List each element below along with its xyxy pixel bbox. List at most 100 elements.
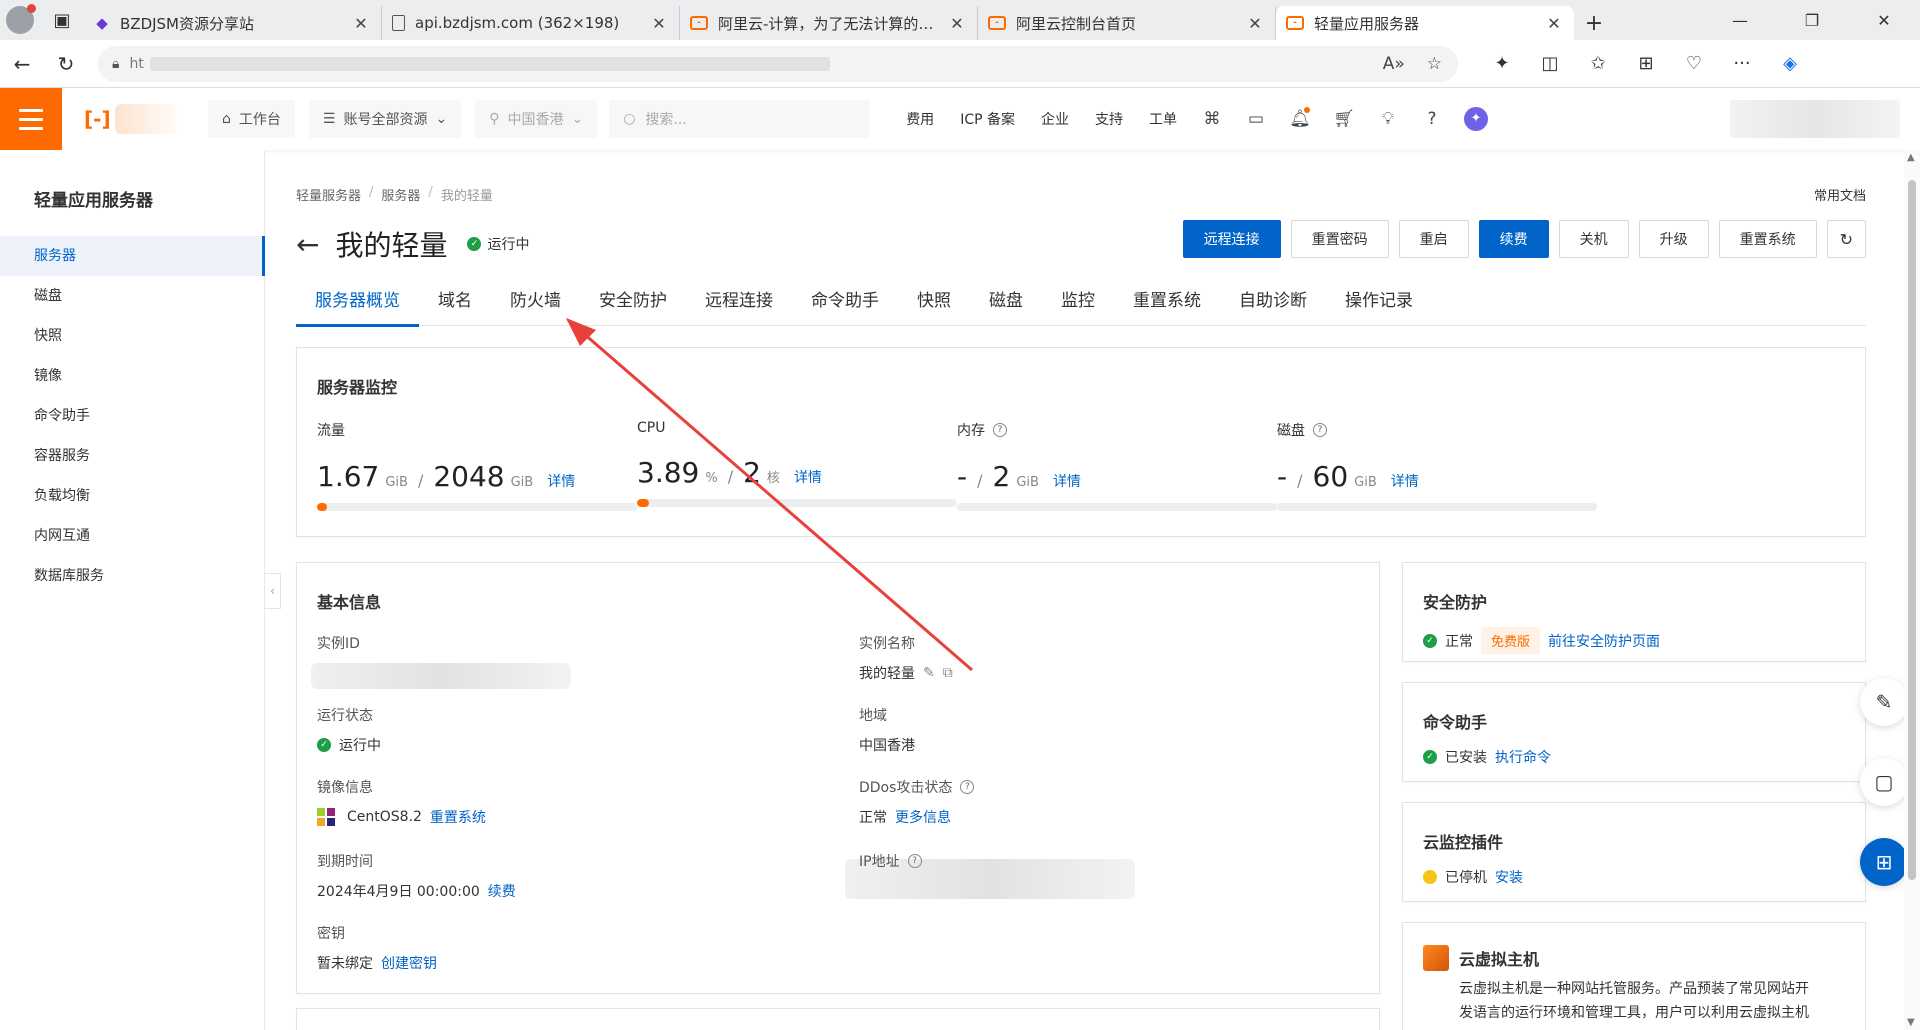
extensions-icon[interactable]: ✦ xyxy=(1482,44,1522,84)
tab-firewall[interactable]: 防火墙 xyxy=(491,280,580,326)
upgrade-button[interactable]: 升级 xyxy=(1638,220,1709,258)
header-link-icp[interactable]: ICP 备案 xyxy=(947,109,1028,129)
header-link-enterprise[interactable]: 企业 xyxy=(1028,109,1082,129)
apps-grid-icon[interactable]: ⊞ xyxy=(1860,838,1908,886)
browser-tab-3[interactable]: - 阿里云-计算，为了无法计算的价值 ✕ xyxy=(680,6,978,40)
region-dropdown[interactable]: ⚲ 中国香港 ⌄ xyxy=(475,100,598,138)
ddos-more-link[interactable]: 更多信息 xyxy=(895,807,951,827)
tab-security[interactable]: 安全防护 xyxy=(580,280,686,326)
sidebar-item-database[interactable]: 数据库服务 xyxy=(0,556,264,596)
reset-password-button[interactable]: 重置密码 xyxy=(1290,220,1389,258)
breadcrumb-item[interactable]: 轻量服务器 xyxy=(296,185,361,204)
refresh-icon[interactable]: ↻ xyxy=(1826,220,1866,258)
tab-snapshot[interactable]: 快照 xyxy=(898,280,970,326)
performance-icon[interactable]: ♡ xyxy=(1674,44,1714,84)
back-arrow-icon[interactable]: ← xyxy=(296,228,319,261)
sidebar-item-intranet[interactable]: 内网互通 xyxy=(0,516,264,556)
chat-icon[interactable]: ▢ xyxy=(1860,758,1908,806)
favorite-star-icon[interactable]: ☆ xyxy=(1427,54,1442,74)
renew-link[interactable]: 续费 xyxy=(488,881,516,901)
sidebar-collapse-chevron-icon[interactable]: ‹ xyxy=(265,573,281,609)
tab-actions-icon[interactable]: ▣ xyxy=(40,0,84,40)
breadcrumb-item[interactable]: 服务器 xyxy=(381,185,420,204)
metric-detail-link[interactable]: 详情 xyxy=(1391,471,1419,491)
sidebar-item-servers[interactable]: 服务器 xyxy=(0,236,265,276)
resources-dropdown[interactable]: ☰ 账号全部资源 ⌄ xyxy=(308,100,462,138)
page-scrollbar[interactable]: ▲ ▼ xyxy=(1904,150,1920,1030)
metric-detail-link[interactable]: 详情 xyxy=(794,467,822,487)
metric-detail-link[interactable]: 详情 xyxy=(1053,471,1081,491)
search-input[interactable]: ○ 搜索... xyxy=(609,100,870,138)
read-aloud-icon[interactable]: A» xyxy=(1383,54,1405,74)
back-icon[interactable]: ← xyxy=(0,42,44,86)
close-window-icon[interactable]: ✕ xyxy=(1848,0,1920,40)
menu-hamburger-icon[interactable] xyxy=(0,88,62,150)
shutdown-button[interactable]: 关机 xyxy=(1558,220,1629,258)
aliyun-logo[interactable]: [-] xyxy=(84,104,194,134)
edit-feedback-icon[interactable]: ✎ xyxy=(1860,678,1908,726)
scroll-up-icon[interactable]: ▲ xyxy=(1907,152,1915,163)
scrollbar-thumb[interactable] xyxy=(1908,180,1916,880)
tab-domain[interactable]: 域名 xyxy=(419,280,491,326)
metric-detail-link[interactable]: 详情 xyxy=(547,471,575,491)
tab-overview[interactable]: 服务器概览 xyxy=(296,280,419,327)
install-link[interactable]: 安装 xyxy=(1495,867,1523,887)
header-link-fees[interactable]: 费用 xyxy=(893,109,947,129)
tab-reset-system[interactable]: 重置系统 xyxy=(1114,280,1220,326)
reset-system-button[interactable]: 重置系统 xyxy=(1718,220,1817,258)
more-menu-icon[interactable]: ··· xyxy=(1722,44,1762,84)
tab-close-icon[interactable]: ✕ xyxy=(947,14,967,33)
header-link-support[interactable]: 支持 xyxy=(1082,109,1136,129)
scroll-down-icon[interactable]: ▼ xyxy=(1907,1017,1915,1028)
profile-button[interactable] xyxy=(0,0,40,40)
terminal-icon[interactable]: ▭ xyxy=(1234,109,1278,129)
help-icon[interactable]: ? xyxy=(1313,423,1327,437)
favorites-icon[interactable]: ✩ xyxy=(1578,44,1618,84)
help-icon[interactable]: ? xyxy=(907,854,922,868)
renew-button[interactable]: 续费 xyxy=(1478,220,1549,258)
sidebar-item-load-balancer[interactable]: 负载均衡 xyxy=(0,476,264,516)
help-icon[interactable]: ? xyxy=(993,423,1007,437)
tab-close-icon[interactable]: ✕ xyxy=(649,14,669,33)
tab-close-icon[interactable]: ✕ xyxy=(1245,14,1265,33)
header-link-ticket[interactable]: 工单 xyxy=(1136,109,1190,129)
minimize-icon[interactable]: — xyxy=(1704,0,1776,40)
tab-oplog[interactable]: 操作记录 xyxy=(1326,280,1432,326)
help-icon[interactable]: ? xyxy=(1410,109,1454,129)
image-reset-link[interactable]: 重置系统 xyxy=(430,807,486,827)
sidebar-item-container[interactable]: 容器服务 xyxy=(0,436,264,476)
browser-tab-1[interactable]: ◆ BZDJSM资源分享站 ✕ xyxy=(84,6,382,40)
tab-close-icon[interactable]: ✕ xyxy=(1544,14,1564,33)
create-key-link[interactable]: 创建密钥 xyxy=(381,953,437,973)
split-screen-icon[interactable]: ◫ xyxy=(1530,44,1570,84)
tab-disk[interactable]: 磁盘 xyxy=(970,280,1042,326)
restart-button[interactable]: 重启 xyxy=(1398,220,1469,258)
remote-connect-button[interactable]: 远程连接 xyxy=(1182,220,1281,258)
tab-command[interactable]: 命令助手 xyxy=(792,280,898,326)
lock-icon[interactable]: 🔒︎ xyxy=(112,56,119,72)
new-tab-button[interactable]: + xyxy=(1574,6,1614,40)
browser-tab-4[interactable]: - 阿里云控制台首页 ✕ xyxy=(978,6,1276,40)
cart-icon[interactable]: 🛒︎ xyxy=(1322,109,1366,129)
ai-assistant-icon[interactable]: ✦ xyxy=(1463,107,1488,131)
user-account-redacted[interactable] xyxy=(1730,100,1900,138)
run-command-link[interactable]: 执行命令 xyxy=(1495,747,1551,767)
tab-remote[interactable]: 远程连接 xyxy=(686,280,792,326)
browser-tab-2[interactable]: api.bzdjsm.com (362×198) ✕ xyxy=(382,6,680,40)
help-icon[interactable]: ? xyxy=(960,780,975,794)
copy-icon[interactable]: ⧉ xyxy=(943,665,953,681)
workbench-button[interactable]: ⌂ 工作台 xyxy=(208,100,295,138)
restore-icon[interactable]: ❐ xyxy=(1776,0,1848,40)
tab-diagnose[interactable]: 自助诊断 xyxy=(1220,280,1326,326)
tab-close-icon[interactable]: ✕ xyxy=(351,14,371,33)
browser-tab-5[interactable]: - 轻量应用服务器 ✕ xyxy=(1276,6,1574,40)
sidebar-item-images[interactable]: 镜像 xyxy=(0,356,264,396)
sidebar-item-command-assistant[interactable]: 命令助手 xyxy=(0,396,264,436)
bell-icon[interactable]: 🔔︎ xyxy=(1278,107,1322,129)
sidebar-item-disks[interactable]: 磁盘 xyxy=(0,276,264,316)
edit-pencil-icon[interactable]: ✎ xyxy=(923,665,935,681)
docs-link[interactable]: 常用文档 xyxy=(1814,185,1866,204)
code-icon[interactable]: ⌘ xyxy=(1190,109,1234,129)
reload-icon[interactable]: ↻ xyxy=(44,42,88,86)
tab-monitor[interactable]: 监控 xyxy=(1042,280,1114,326)
